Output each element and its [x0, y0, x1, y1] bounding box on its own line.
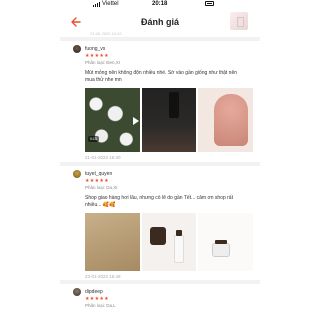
divider [60, 37, 260, 41]
avatar[interactable] [73, 169, 81, 178]
product-bottle [168, 92, 179, 118]
variant-label: Phân loại: Da,L [85, 303, 116, 308]
review-photo[interactable] [141, 213, 197, 271]
review-media: 0:15 [85, 88, 254, 152]
battery-icon [205, 1, 214, 6]
product-thumbnail[interactable] [230, 12, 248, 30]
product-closeup [214, 94, 249, 146]
divider [60, 280, 260, 284]
product-jar [149, 227, 166, 245]
review-video[interactable]: 0:15 [85, 88, 140, 152]
review-photo[interactable] [141, 88, 197, 152]
divider [60, 162, 260, 166]
star-rating: ★★★★★ [85, 53, 109, 59]
ghost-date: 21-06-2020 10:42 [90, 31, 122, 36]
status-time: 20:18 [152, 1, 168, 7]
review-text: Shop giao hàng hơi lâu, nhưng có lẽ do g… [85, 195, 233, 208]
review-date: 21-01-2022 16:30 [85, 155, 121, 160]
avatar[interactable] [73, 287, 81, 296]
review-card: dipdeep ★★★★★ Phân loại: Da,L [73, 287, 253, 308]
carrier-name: Viettel [102, 1, 119, 7]
star-rating: ★★★★★ [85, 178, 109, 184]
username[interactable]: fuong_vs [85, 46, 105, 52]
play-icon [133, 117, 139, 125]
review-text: Mút mỏng nên không độn nhiều nhé. Sờ vào… [85, 70, 238, 83]
variant-label: Phân loại: Đen,XI [85, 60, 121, 65]
review-photo[interactable] [85, 213, 140, 271]
review-card: fuong_vs ★★★★★ Phân loại: Đen,XI Mút mỏn… [73, 44, 254, 160]
username[interactable]: tuyet_quyen [85, 171, 112, 177]
avatar[interactable] [73, 44, 81, 53]
variant-label: Phân loại: Da,XI [85, 185, 118, 190]
review-media [85, 213, 254, 271]
review-date: 23-01-2022 15:49 [85, 274, 121, 279]
username[interactable]: dipdeep [85, 289, 103, 295]
status-bar: Viettel 20:18 [0, 0, 320, 9]
star-rating: ★★★★★ [85, 296, 109, 302]
review-photo[interactable] [198, 88, 254, 152]
review-card: tuyet_quyen ★★★★★ Phân loại: Da,XI Shop … [73, 169, 254, 279]
product-pot [212, 240, 231, 257]
review-photo[interactable] [198, 213, 254, 271]
signal-icon [93, 1, 100, 7]
video-duration: 0:15 [88, 136, 99, 142]
product-vial [173, 230, 184, 263]
